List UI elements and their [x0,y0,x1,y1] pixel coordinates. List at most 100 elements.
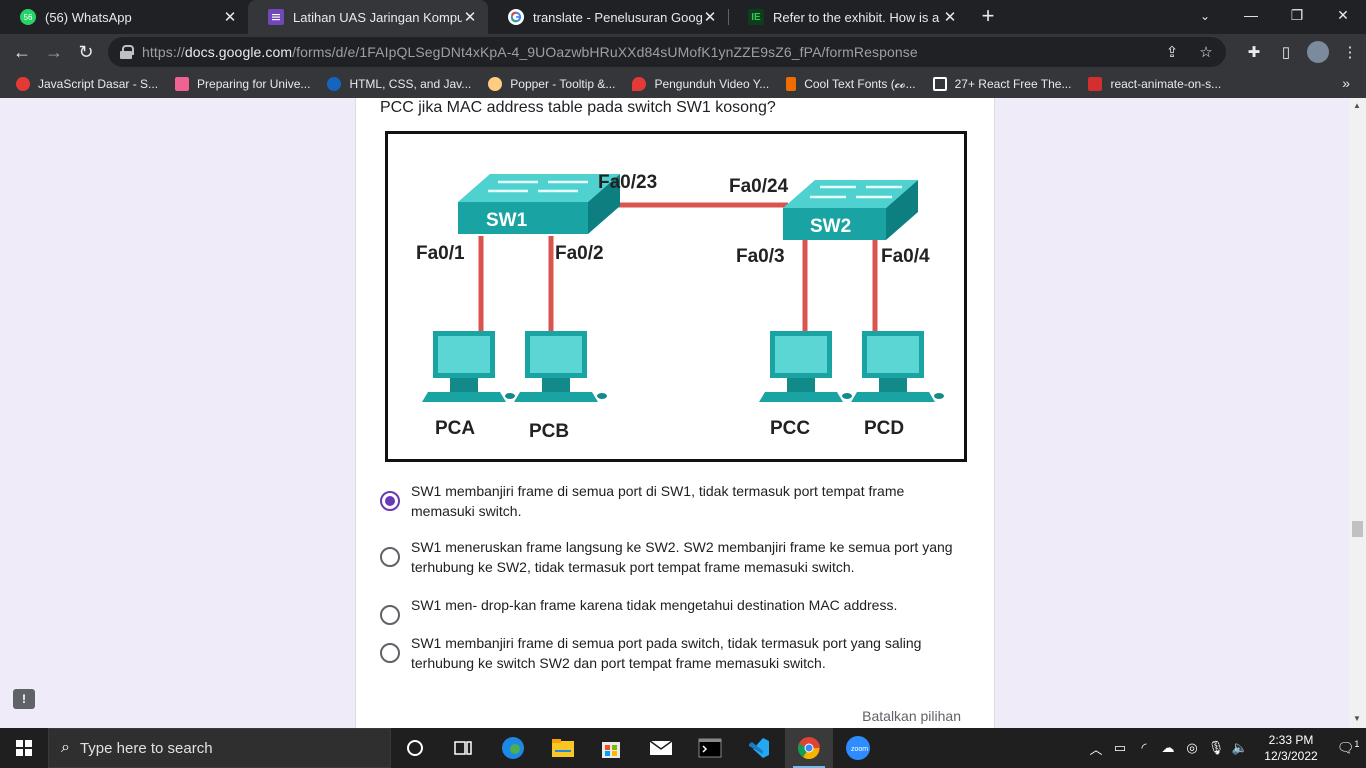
extensions-icon[interactable]: ✚ [1238,38,1270,66]
close-window-button[interactable]: ✕ [1320,0,1366,30]
tab-whatsapp[interactable]: 56 (56) WhatsApp ✕ [0,0,248,34]
battery-icon[interactable]: ▭ [1108,740,1132,756]
microphone-icon[interactable]: 🎙 [1204,740,1228,756]
port-label: Fa0/23 [598,172,657,193]
switch-sw1-icon [458,174,620,234]
pc-label: PCD [864,418,904,439]
microsoft-store-icon[interactable] [587,728,635,768]
bookmark-item[interactable]: Preparing for Unive... [175,77,310,91]
option-label: SW1 meneruskan frame langsung ke SW2. SW… [411,539,953,575]
tab-exhibit[interactable]: IE Refer to the exhibit. How is a fran ✕ [728,0,968,34]
clock-date: 12/3/2022 [1264,749,1318,763]
scrollbar-thumb[interactable] [1352,521,1363,537]
terminal-icon[interactable] [686,728,734,768]
bookmark-icon [632,77,647,91]
port-label: Fa0/4 [881,246,930,267]
bookmark-item[interactable]: Cool Text Fonts (𝓬𝓸... [786,77,916,92]
sw2-label: SW2 [810,216,851,237]
option-label: SW1 men- drop-kan frame karena tidak men… [411,597,898,613]
new-tab-button[interactable]: + [976,3,1000,31]
answer-option-2[interactable]: SW1 meneruskan frame langsung ke SW2. SW… [380,535,960,577]
menu-icon[interactable]: ⋮ [1334,38,1366,66]
tab-search-icon[interactable]: ⌄ [1193,4,1217,28]
share-icon[interactable]: ⇪ [1160,40,1184,64]
system-tray: ︿ ▭ ◜ ☁ ◎ 🎙 🔈 2:33 PM 12/3/2022 🗨1 [1084,728,1366,768]
back-button[interactable]: ← [8,38,36,66]
radio-button-selected[interactable] [380,491,400,511]
webcam-icon[interactable]: ◎ [1180,740,1204,756]
start-button[interactable] [0,728,48,768]
bookmark-item[interactable]: HTML, CSS, and Jav... [327,77,471,91]
bookmark-item[interactable]: Popper - Tooltip &... [488,77,615,91]
minimize-button[interactable]: — [1228,0,1274,30]
answer-option-1[interactable]: SW1 membanjiri frame di semua port di SW… [380,479,960,521]
close-icon[interactable]: ✕ [222,8,238,26]
file-explorer-icon[interactable] [539,728,587,768]
lock-icon [120,45,134,59]
port-label: Fa0/2 [555,243,604,264]
url-text: https://docs.google.com/forms/d/e/1FAIpQ… [142,44,918,60]
taskbar-search-box[interactable]: ⌕ Type here to search [48,728,391,768]
close-icon[interactable]: ✕ [942,8,958,26]
tab-title: (56) WhatsApp [45,9,132,25]
pc-label: PCC [770,418,810,439]
tab-google-form[interactable]: Latihan UAS Jaringan Komputer L ✕ [248,0,488,34]
pc-pcc-icon [759,331,852,402]
whatsapp-icon: 56 [20,9,36,25]
task-view-icon[interactable] [439,728,487,768]
windows-taskbar: ⌕ Type here to search zoom ︿ ▭ ◜ ☁ ◎ 🎙 🔈 [0,728,1366,768]
mail-icon[interactable] [637,728,685,768]
browser-toolbar: ← → ↻ https://docs.google.com/forms/d/e/… [0,34,1366,70]
svg-text:zoom: zoom [851,746,868,753]
bookmark-item[interactable]: 27+ React Free The... [932,77,1071,91]
scroll-down-icon[interactable]: ▼ [1353,714,1361,723]
bookmark-icon [327,77,342,91]
show-hidden-icons-icon[interactable]: ︿ [1084,739,1108,758]
pc-label: PCB [529,421,569,442]
question-text: PCC jika MAC address table pada switch S… [380,99,776,116]
page-scrollbar[interactable]: ▲ ▼ [1349,98,1366,728]
report-issue-icon[interactable]: ! [13,689,35,709]
network-exhibit-image: SW1 SW2 Fa0/23 Fa0/24 Fa0/1 Fa0/2 Fa0/3 … [385,131,967,462]
scroll-up-icon[interactable]: ▲ [1353,101,1361,110]
tab-title: Refer to the exhibit. How is a fran [773,9,942,25]
bookmark-star-icon[interactable]: ☆ [1194,40,1218,64]
notification-center-icon[interactable]: 🗨1 [1330,739,1366,757]
profile-avatar[interactable] [1307,41,1329,63]
radio-button[interactable] [380,547,400,567]
radio-button[interactable] [380,605,400,625]
edge-icon[interactable] [489,728,537,768]
reload-button[interactable]: ↻ [72,38,100,66]
address-bar[interactable]: https://docs.google.com/forms/d/e/1FAIpQ… [108,37,1226,67]
zoom-icon[interactable]: zoom [834,728,882,768]
tab-title: Latihan UAS Jaringan Komputer L [293,9,462,25]
answer-option-3[interactable]: SW1 men- drop-kan frame karena tidak men… [380,593,960,625]
page-content: PCC jika MAC address table pada switch S… [0,98,1349,728]
cortana-icon[interactable] [391,728,439,768]
option-label: SW1 membanjiri frame di semua port di SW… [411,483,905,519]
wifi-icon[interactable]: ◜ [1132,740,1156,756]
clock[interactable]: 2:33 PM 12/3/2022 [1252,732,1330,764]
forward-button[interactable]: → [40,38,68,66]
sw1-label: SW1 [486,210,528,231]
bookmarks-overflow-icon[interactable]: » [1342,75,1350,91]
search-icon: ⌕ [61,739,70,756]
chrome-icon[interactable] [785,728,833,768]
bookmark-item[interactable]: react-animate-on-s... [1088,77,1221,91]
answer-option-4[interactable]: SW1 membanjiri frame di semua port pada … [380,631,960,673]
restore-button[interactable]: ❐ [1274,0,1320,30]
clock-time: 2:33 PM [1268,733,1314,747]
network-icon[interactable]: ☁ [1156,740,1180,756]
close-icon[interactable]: ✕ [702,8,718,26]
bookmark-item[interactable]: Pengunduh Video Y... [632,77,769,91]
bookmark-icon [1088,77,1103,91]
bookmark-item[interactable]: JavaScript Dasar - S... [16,77,158,91]
volume-icon[interactable]: 🔈 [1228,740,1252,756]
google-icon [508,9,524,25]
vscode-icon[interactable] [735,728,783,768]
radio-button[interactable] [380,643,400,663]
clear-selection-button[interactable]: Batalkan pilihan [862,708,961,724]
close-icon[interactable]: ✕ [462,8,478,26]
tab-google-search[interactable]: translate - Penelusuran Google ✕ [488,0,728,34]
side-panel-icon[interactable]: ▯ [1270,38,1302,66]
